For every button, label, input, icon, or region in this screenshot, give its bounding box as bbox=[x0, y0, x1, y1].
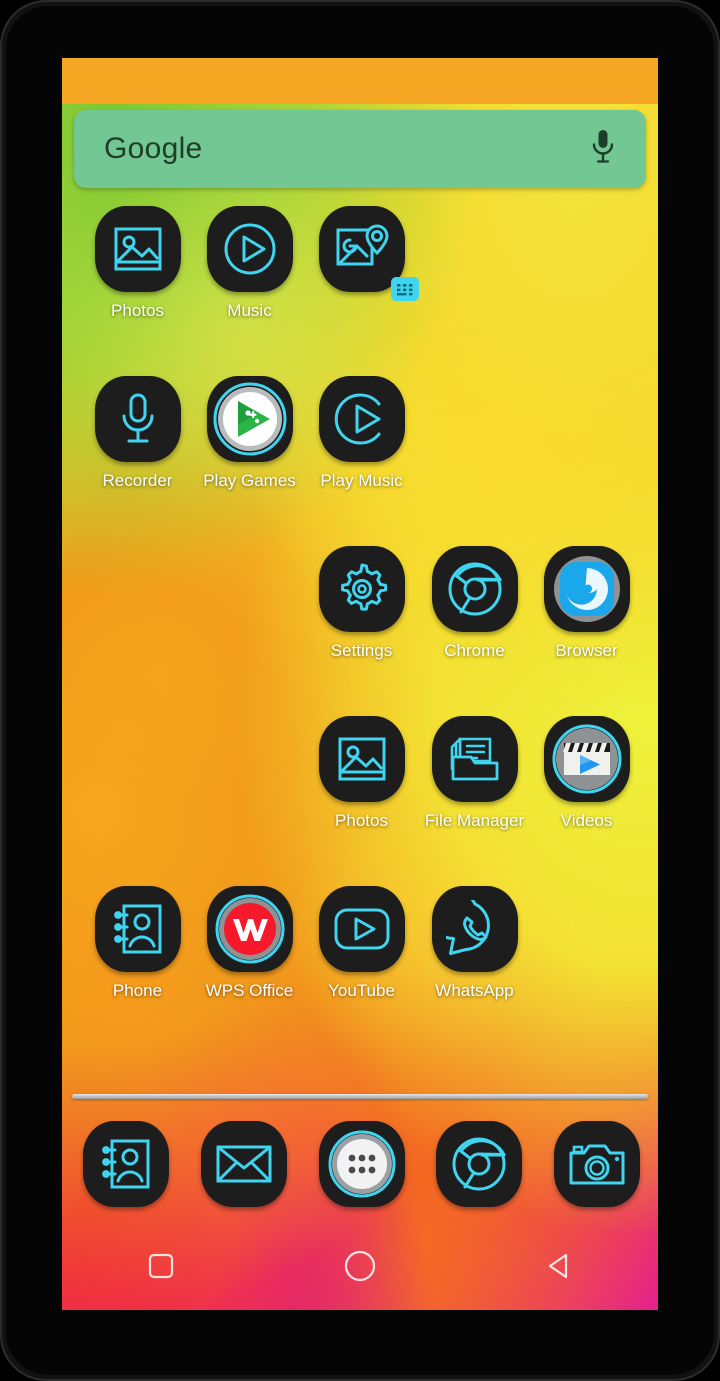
youtube-icon bbox=[318, 886, 405, 972]
app-label: WPS Office bbox=[205, 981, 294, 1000]
file-manager-icon bbox=[431, 716, 518, 802]
app-label: Videos bbox=[560, 811, 613, 830]
dock-item-email[interactable] bbox=[184, 1121, 303, 1207]
contacts-book-icon bbox=[82, 1121, 169, 1207]
navigation-bar bbox=[62, 1226, 658, 1310]
app-icon-play-music[interactable]: Play Music bbox=[299, 376, 424, 491]
photos-icon bbox=[318, 716, 405, 802]
home-circle-icon[interactable] bbox=[343, 1249, 377, 1288]
device-frame: Google Photos Music Recorder Play Games … bbox=[0, 0, 720, 1381]
app-icon-photos[interactable]: Photos bbox=[75, 206, 200, 321]
app-row-3: Settings Chrome Browser bbox=[62, 546, 658, 716]
camera-icon bbox=[553, 1121, 640, 1207]
app-label: Music bbox=[227, 301, 272, 320]
microphone-icon bbox=[94, 376, 181, 462]
microphone-icon[interactable] bbox=[590, 128, 616, 171]
wps-office-icon bbox=[206, 886, 293, 972]
app-label: Phone bbox=[112, 981, 163, 1000]
app-row-4: Photos File Manager Videos bbox=[62, 716, 658, 886]
app-row-2: Recorder Play Games Play Music bbox=[62, 376, 658, 546]
app-icon-browser[interactable]: Browser bbox=[524, 546, 649, 661]
music-icon bbox=[206, 206, 293, 292]
app-icon-photos-2[interactable]: Photos bbox=[299, 716, 424, 831]
app-icon-whatsapp[interactable]: WhatsApp bbox=[412, 886, 537, 1001]
dock-divider bbox=[72, 1094, 648, 1099]
videos-icon bbox=[543, 716, 630, 802]
dock-item-camera[interactable] bbox=[537, 1121, 656, 1207]
app-icon-maps[interactable] bbox=[299, 206, 424, 301]
status-bar bbox=[62, 58, 658, 104]
maps-icon bbox=[318, 206, 419, 301]
app-icon-chrome[interactable]: Chrome bbox=[412, 546, 537, 661]
app-label: WhatsApp bbox=[435, 981, 514, 1000]
dock bbox=[62, 1121, 658, 1231]
screen: Google Photos Music Recorder Play Games … bbox=[62, 58, 658, 1310]
app-row-5: Phone WPS Office YouTube WhatsApp bbox=[62, 886, 658, 1056]
dock-item-contacts[interactable] bbox=[66, 1121, 185, 1207]
chrome-icon bbox=[435, 1121, 522, 1207]
app-drawer-icon bbox=[318, 1121, 405, 1207]
app-label: Play Music bbox=[320, 471, 403, 490]
dock-item-chrome[interactable] bbox=[419, 1121, 538, 1207]
app-icon-settings[interactable]: Settings bbox=[299, 546, 424, 661]
whatsapp-icon bbox=[431, 886, 518, 972]
app-icon-phone[interactable]: Phone bbox=[75, 886, 200, 1001]
app-icon-recorder[interactable]: Recorder bbox=[75, 376, 200, 491]
email-icon bbox=[200, 1121, 287, 1207]
google-search-widget[interactable]: Google bbox=[74, 110, 646, 188]
app-icon-videos[interactable]: Videos bbox=[524, 716, 649, 831]
app-label: Recorder bbox=[102, 471, 173, 490]
gear-icon bbox=[318, 546, 405, 632]
app-icon-file-manager[interactable]: File Manager bbox=[412, 716, 537, 831]
app-label: YouTube bbox=[328, 981, 395, 1000]
contacts-book-icon bbox=[94, 886, 181, 972]
app-row-1: Photos Music bbox=[62, 206, 658, 376]
photos-icon bbox=[94, 206, 181, 292]
app-label: Browser bbox=[555, 641, 618, 660]
grid-badge-icon bbox=[390, 277, 419, 301]
app-grid: Photos Music Recorder Play Games Play Mu… bbox=[62, 206, 658, 1056]
recents-square-icon[interactable] bbox=[146, 1251, 176, 1286]
app-icon-wps-office[interactable]: WPS Office bbox=[187, 886, 312, 1001]
app-label: Settings bbox=[330, 641, 393, 660]
browser-icon bbox=[543, 546, 630, 632]
back-triangle-icon[interactable] bbox=[544, 1251, 574, 1286]
app-label: Photos bbox=[111, 301, 164, 320]
play-games-icon bbox=[206, 376, 293, 462]
dock-item-app-drawer[interactable] bbox=[302, 1121, 421, 1207]
search-hint-text: Google bbox=[104, 132, 203, 165]
app-icon-music[interactable]: Music bbox=[187, 206, 312, 321]
app-label: Photos bbox=[335, 811, 388, 830]
app-icon-youtube[interactable]: YouTube bbox=[299, 886, 424, 1001]
app-label: Play Games bbox=[203, 471, 296, 490]
app-label: Chrome bbox=[444, 641, 505, 660]
app-label: File Manager bbox=[424, 811, 525, 830]
chrome-icon bbox=[431, 546, 518, 632]
app-icon-play-games[interactable]: Play Games bbox=[187, 376, 312, 491]
play-music-icon bbox=[318, 376, 405, 462]
